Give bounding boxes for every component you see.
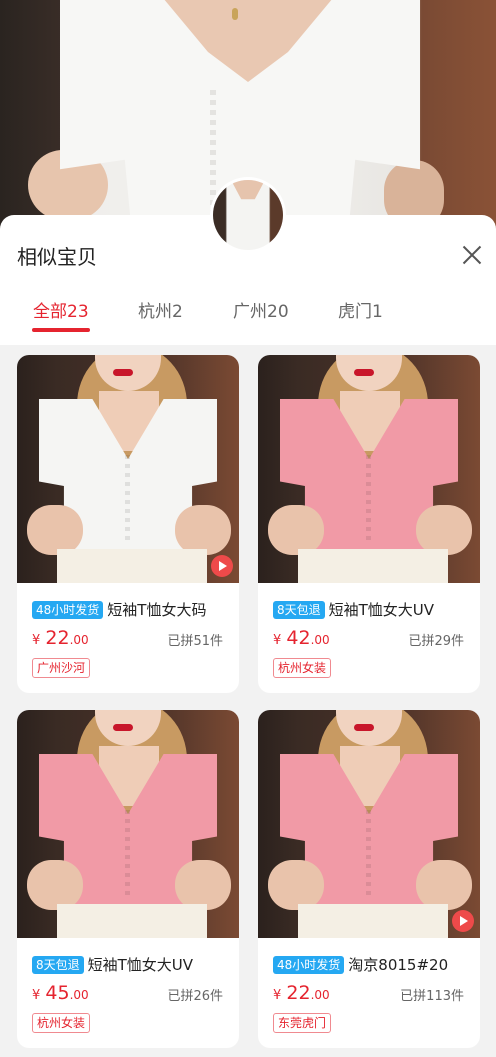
product-image [17,355,239,583]
sold-count: 已拼51件 [167,634,223,649]
location-tag: 广州沙河 [32,658,91,678]
necklace-pendant [232,8,238,20]
product-name: 短袖T恤女大UV [87,956,194,974]
location-tag: 杭州女装 [273,658,332,678]
sold-count: 已拼29件 [408,634,464,649]
similar-items-sheet: 相似宝贝 全部23 杭州2 广州20 虎门1 48小时发货 短袖T恤女大码 ¥ 2… [0,215,496,1057]
play-video-icon[interactable] [211,555,233,577]
product-price: ¥ 22.00 [32,627,89,649]
sheet-title: 相似宝贝 [17,245,97,269]
tab-hangzhou[interactable]: 杭州2 [138,297,183,322]
product-card[interactable]: 8天包退 短袖T恤女大UV ¥ 45.00 已拼26件 杭州女装 [17,710,239,1048]
play-video-icon[interactable] [452,910,474,932]
product-price: ¥ 45.00 [32,982,89,1004]
shipping-badge: 48小时发货 [273,955,345,974]
active-tab-indicator [32,328,90,332]
product-image [258,355,480,583]
shipping-badge: 48小时发货 [32,600,104,619]
product-image [258,710,480,938]
product-name: 短袖T恤女大UV [328,601,435,619]
product-price: ¥ 22.00 [273,982,330,1004]
product-image [17,710,239,938]
tab-guangzhou[interactable]: 广州20 [233,297,289,322]
product-name: 短袖T恤女大码 [107,601,207,619]
tab-humen[interactable]: 虎门1 [338,297,383,322]
product-price: ¥ 42.00 [273,627,330,649]
product-card[interactable]: 8天包退 短袖T恤女大UV ¥ 42.00 已拼29件 杭州女装 [258,355,480,693]
product-card[interactable]: 48小时发货 短袖T恤女大码 ¥ 22.00 已拼51件 广州沙河 [17,355,239,693]
return-policy-badge: 8天包退 [32,955,84,974]
sold-count: 已拼113件 [400,989,464,1004]
product-name: 淘京8015#20 [348,956,449,974]
tab-all[interactable]: 全部23 [33,297,89,322]
product-thumbnail [210,177,286,253]
location-tag: 东莞虎门 [273,1013,332,1033]
close-icon[interactable] [460,243,484,267]
product-card[interactable]: 48小时发货 淘京8015#20 ¥ 22.00 已拼113件 东莞虎门 [258,710,480,1048]
return-policy-badge: 8天包退 [273,600,325,619]
sold-count: 已拼26件 [167,989,223,1004]
filter-tabs: 全部23 杭州2 广州20 虎门1 [0,297,496,337]
location-tag: 杭州女装 [32,1013,91,1033]
